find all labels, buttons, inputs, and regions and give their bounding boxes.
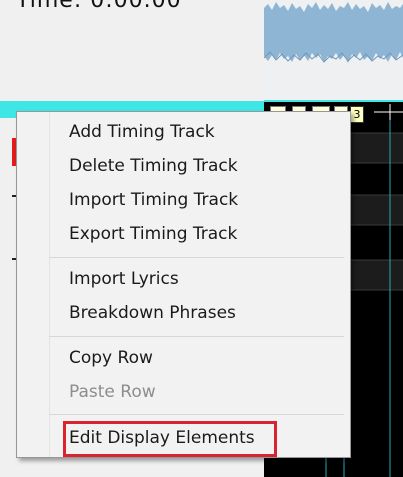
sequencer-window: Time: 0:00.00 3 Add Timing Track Delete …	[0, 0, 403, 477]
menu-item-delete-timing-track[interactable]: Delete Timing Track	[69, 155, 238, 177]
menu-item-paste-row: Paste Row	[69, 382, 156, 402]
menu-item-import-timing-track[interactable]: Import Timing Track	[69, 189, 238, 211]
menu-icon-gutter	[17, 112, 50, 457]
menu-item-breakdown-phrases[interactable]: Breakdown Phrases	[69, 302, 236, 324]
audio-waveform[interactable]	[264, 0, 403, 100]
row-number-badge: 3	[350, 106, 364, 123]
menu-separator	[49, 414, 344, 415]
menu-separator	[49, 336, 344, 337]
time-panel: Time: 0:00.00	[0, 0, 264, 100]
menu-item-import-lyrics[interactable]: Import Lyrics	[69, 268, 179, 290]
menu-item-copy-row[interactable]: Copy Row	[69, 347, 153, 369]
menu-separator	[49, 257, 344, 258]
annotation-highlight-box	[63, 421, 277, 457]
menu-item-add-timing-track[interactable]: Add Timing Track	[69, 121, 215, 143]
menu-item-export-timing-track[interactable]: Export Timing Track	[69, 223, 237, 245]
waveform-graphic	[264, 2, 403, 63]
time-label: Time: 0:00.00	[16, 0, 182, 13]
